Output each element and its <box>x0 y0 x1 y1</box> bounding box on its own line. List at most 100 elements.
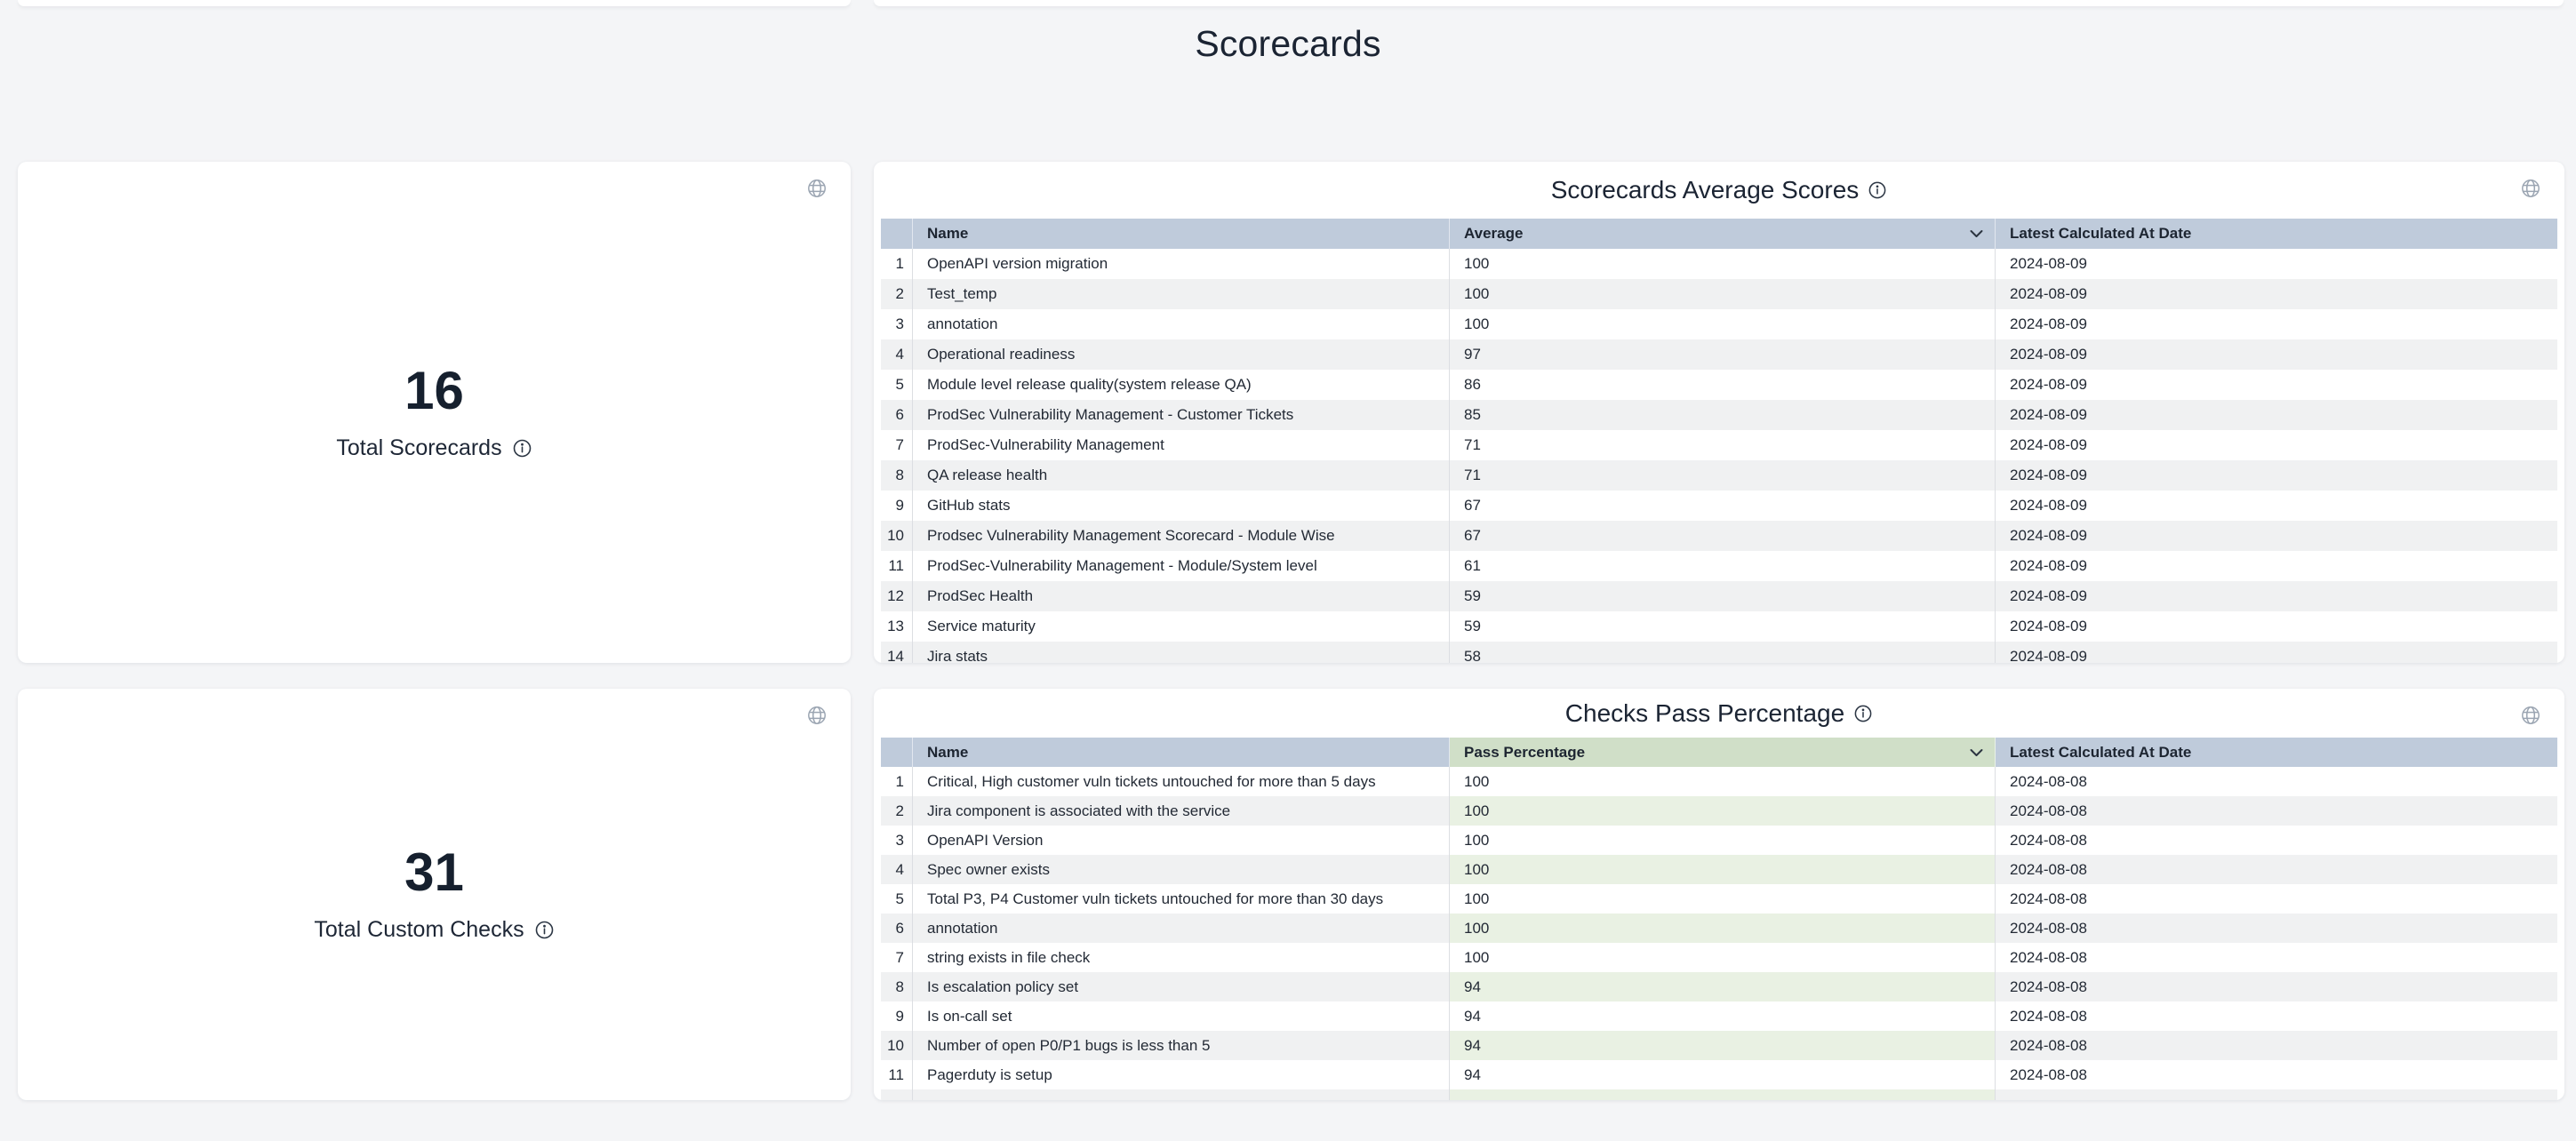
globe-icon[interactable] <box>2520 178 2541 199</box>
cell-val: 67 <box>1450 491 1996 521</box>
cell-name: Jira stats <box>913 642 1450 663</box>
column-header-index <box>881 219 913 249</box>
table-row: 9Is on-call set942024-08-08 <box>881 1001 2557 1031</box>
table-row: 10Prodsec Vulnerability Management Score… <box>881 521 2557 551</box>
cell-date: 2024-08-08 <box>1996 972 2557 1001</box>
clipped-card-above-left <box>18 0 851 6</box>
checks-pass-percentage-card: Checks Pass Percentage Name Pass Percent… <box>874 689 2564 1100</box>
stat-label: Total Scorecards <box>336 435 532 461</box>
stat-body: 16 Total Scorecards <box>18 162 851 663</box>
info-icon[interactable] <box>512 438 532 459</box>
stat-value: 16 <box>404 364 464 418</box>
cell-idx: 8 <box>881 460 913 491</box>
table-header-row: Name Pass Percentage Latest Calculated A… <box>881 738 2557 767</box>
table-row: 4Operational readiness972024-08-09 <box>881 339 2557 370</box>
cell-val: 85 <box>1450 400 1996 430</box>
stat-label: Total Custom Checks <box>314 917 554 943</box>
cell-name: Is on-call set <box>913 1001 1450 1031</box>
cell-name: QA release health <box>913 460 1450 491</box>
globe-icon[interactable] <box>806 178 828 199</box>
cell-date: 2024-08-09 <box>1996 309 2557 339</box>
table-row: 10Number of open P0/P1 bugs is less than… <box>881 1031 2557 1060</box>
cell-name: Critical, High customer vuln tickets unt… <box>913 767 1450 796</box>
cell-name: OpenAPI version migration <box>913 249 1450 279</box>
table-row: 12ProdSec Health592024-08-09 <box>881 581 2557 611</box>
column-header-average[interactable]: Average <box>1450 219 1996 249</box>
cell-date: 2024-08-08 <box>1996 884 2557 914</box>
cell-date: 2024-08-09 <box>1996 551 2557 581</box>
cell-date: 2024-08-09 <box>1996 642 2557 663</box>
table-row: 9GitHub stats672024-08-09 <box>881 491 2557 521</box>
scorecards-average-scores-card: Scorecards Average Scores Name Average L… <box>874 162 2564 663</box>
globe-icon[interactable] <box>2520 705 2541 726</box>
info-icon[interactable] <box>1853 704 1873 723</box>
column-header-name[interactable]: Name <box>913 219 1450 249</box>
cell-val: 100 <box>1450 796 1996 826</box>
column-header-name[interactable]: Name <box>913 738 1450 767</box>
cell-name: Operational readiness <box>913 339 1450 370</box>
table-row: 3annotation1002024-08-09 <box>881 309 2557 339</box>
card-title: Checks Pass Percentage <box>1565 699 1844 728</box>
info-icon[interactable] <box>534 920 555 940</box>
total-custom-checks-card: 31 Total Custom Checks <box>18 689 851 1100</box>
cell-date: 2024-08-08 <box>1996 1031 2557 1060</box>
table-row: 4Spec owner exists1002024-08-08 <box>881 855 2557 884</box>
cell-name: annotation <box>913 309 1450 339</box>
cell-date: 2024-08-09 <box>1996 460 2557 491</box>
cell-name: ProdSec-Vulnerability Management - Modul… <box>913 551 1450 581</box>
chevron-down-icon[interactable] <box>1970 230 1983 238</box>
column-header-date[interactable]: Latest Calculated At Date <box>1996 219 2557 249</box>
table-header-row: Name Average Latest Calculated At Date <box>881 219 2557 249</box>
cell-val: 59 <box>1450 611 1996 642</box>
cell-idx: 7 <box>881 430 913 460</box>
cell-date: 2024-08-09 <box>1996 370 2557 400</box>
cell-val: 94 <box>1450 1060 1996 1089</box>
table-row: 7ProdSec-Vulnerability Management712024-… <box>881 430 2557 460</box>
cell-val: 94 <box>1450 972 1996 1001</box>
cell-name: ProdSec Vulnerability Management - Custo… <box>913 400 1450 430</box>
table-row: 2Test_temp1002024-08-09 <box>881 279 2557 309</box>
cell-name: Pagerduty is setup <box>913 1060 1450 1089</box>
stat-value: 31 <box>404 846 464 899</box>
cell-idx: 1 <box>881 767 913 796</box>
cell-idx: 6 <box>881 914 913 943</box>
cell-name: GitHub stats <box>913 491 1450 521</box>
card-title: Scorecards Average Scores <box>1551 176 1860 204</box>
cell-idx: 6 <box>881 400 913 430</box>
cell-date: 2024-08-08 <box>1996 796 2557 826</box>
cell-name: Jira component is associated with the se… <box>913 796 1450 826</box>
cell-idx: 4 <box>881 339 913 370</box>
column-header-label: Average <box>1464 225 1523 243</box>
cell-val: 100 <box>1450 279 1996 309</box>
globe-icon[interactable] <box>806 705 828 726</box>
column-header-pass-percentage[interactable]: Pass Percentage <box>1450 738 1996 767</box>
info-icon[interactable] <box>1868 180 1887 200</box>
table-row: 2Jira component is associated with the s… <box>881 796 2557 826</box>
column-header-index <box>881 738 913 767</box>
cell-idx: 2 <box>881 796 913 826</box>
total-scorecards-card: 16 Total Scorecards <box>18 162 851 663</box>
cell-idx: 13 <box>881 611 913 642</box>
cell-name: Spec owner exists <box>913 855 1450 884</box>
data-table: Name Pass Percentage Latest Calculated A… <box>881 738 2557 1100</box>
cell-val: 100 <box>1450 767 1996 796</box>
cell-idx: 1 <box>881 249 913 279</box>
cell-idx: 7 <box>881 943 913 972</box>
cell-idx: 5 <box>881 370 913 400</box>
cell-name: Test_temp <box>913 279 1450 309</box>
cell-val: 94 <box>1450 1001 1996 1031</box>
table-row: 1Critical, High customer vuln tickets un… <box>881 767 2557 796</box>
cell-val: 61 <box>1450 551 1996 581</box>
table-body: 1Critical, High customer vuln tickets un… <box>881 767 2557 1089</box>
cell-name: string exists in file check <box>913 943 1450 972</box>
cell-date: 2024-08-08 <box>1996 826 2557 855</box>
cell-val: 58 <box>1450 642 1996 663</box>
cell-date: 2024-08-09 <box>1996 400 2557 430</box>
column-header-date[interactable]: Latest Calculated At Date <box>1996 738 2557 767</box>
cell-val: 59 <box>1450 581 1996 611</box>
cell-date: 2024-08-08 <box>1996 943 2557 972</box>
cell-name: Is escalation policy set <box>913 972 1450 1001</box>
card-header: Checks Pass Percentage <box>874 689 2564 738</box>
chevron-down-icon[interactable] <box>1970 748 1983 756</box>
cell-val: 100 <box>1450 309 1996 339</box>
